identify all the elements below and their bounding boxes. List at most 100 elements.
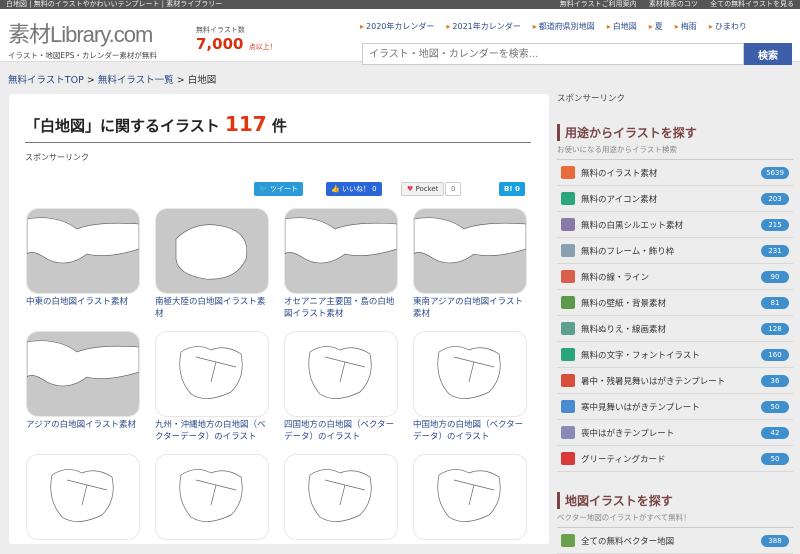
pocket-icon: ♥ (407, 185, 416, 193)
breadcrumb-top[interactable]: 無料イラストTOP (8, 75, 84, 86)
section-subtitle: お使いになる用途からイラスト検索 (557, 144, 793, 160)
section-title: 地図イラストを探す (557, 492, 793, 509)
map-thumbnail[interactable] (413, 208, 527, 294)
sidebar-category-item[interactable]: 無料のアイコン素材 203 (557, 186, 793, 212)
breadcrumb-sep: > (86, 75, 95, 86)
category-count-badge: 5639 (761, 166, 789, 179)
map-thumbnail[interactable] (155, 331, 269, 417)
top-link-all[interactable]: 全ての無料イラストを見る (710, 0, 794, 8)
illustration-card[interactable]: 四国地方の白地図（ベクターデータ）のイラスト (284, 331, 398, 443)
category-count-badge: 128 (761, 322, 789, 335)
top-link-guide[interactable]: 無料イラストご利用案内 (560, 0, 637, 8)
quick-link[interactable]: 都道府県別地図 (533, 21, 595, 32)
category-label: 無料の白黒シルエット素材 (581, 220, 684, 231)
top-link-tips[interactable]: 素材検索のコツ (649, 0, 698, 8)
illustration-card[interactable]: 九州・沖縄地方の白地図（ベクターデータ）のイラスト (155, 331, 269, 443)
sidebar-category-item[interactable]: 無料の白黒シルエット素材 215 (557, 212, 793, 238)
title-prefix: 「白地図」に関するイラスト (25, 117, 220, 135)
category-label: 寒中見舞いはがきテンプレート (581, 402, 700, 413)
sidebar-category-item[interactable]: 無料ぬりえ・線画素材 128 (557, 316, 793, 342)
illustration-card[interactable]: 南極大陸の白地図イラスト素材 (155, 208, 269, 320)
sidebar-category-item[interactable]: 寒中見舞いはがきテンプレート 50 (557, 394, 793, 420)
illustration-card[interactable] (413, 454, 527, 542)
sidebar-category-item[interactable]: 無料の壁紙・背景素材 81 (557, 290, 793, 316)
illustration-card[interactable]: アジアの白地図イラスト素材 (26, 331, 140, 431)
sidebar-category-item[interactable]: 無料の線・ライン 90 (557, 264, 793, 290)
category-count-badge: 160 (761, 348, 789, 361)
section-title: 用途からイラストを探す (557, 124, 793, 141)
category-count-badge: 81 (761, 296, 789, 309)
category-count-badge: 90 (761, 270, 789, 283)
map-thumbnail[interactable] (155, 454, 269, 540)
map-thumbnail[interactable] (284, 454, 398, 540)
illustration-caption[interactable]: 四国地方の白地図（ベクターデータ）のイラスト (284, 419, 398, 443)
illustration-card[interactable] (284, 454, 398, 542)
tweet-label: ツイート (269, 185, 298, 193)
quick-link[interactable]: 白地図 (607, 21, 637, 32)
twitter-icon: 🐦 (259, 185, 270, 193)
section-subtitle: ベクター地図のイラストがすべて無料！ (557, 512, 793, 528)
count-number: 7,000 (196, 35, 244, 53)
illustration-caption[interactable]: オセアニア主要国・島の白地図イラスト素材 (284, 296, 398, 320)
quick-link[interactable]: ひまわり (709, 21, 747, 32)
logo-title: 素材Library.com (8, 22, 153, 47)
quick-link[interactable]: 2021年カレンダー (446, 21, 520, 32)
main-content: 「白地図」に関するイラスト 117 件 スポンサーリンク 🐦 ツイート 👍 いい… (9, 94, 549, 544)
sidebar-category-item[interactable]: 全ての無料ベクター地図 388 (557, 528, 793, 554)
quick-link[interactable]: 夏 (649, 21, 663, 32)
illustration-caption[interactable]: 東南アジアの白地図イラスト素材 (413, 296, 527, 320)
pocket-button[interactable]: ♥ Pocket (401, 182, 445, 196)
thumbs-up-icon: 👍 (331, 185, 342, 193)
sidebar-category-item[interactable]: 喪中はがきテンプレート 42 (557, 420, 793, 446)
tweet-button[interactable]: 🐦 ツイート (254, 182, 303, 196)
site-tagline: 白地図 | 無料のイラストやかわいいテンプレート | 素材ライブラリー (6, 0, 223, 8)
map-thumbnail[interactable] (413, 331, 527, 417)
hatena-button[interactable]: B! 0 (499, 182, 525, 196)
map-thumbnail[interactable] (155, 208, 269, 294)
illustration-card[interactable] (155, 454, 269, 542)
map-thumbnail[interactable] (284, 331, 398, 417)
illustration-caption[interactable]: 南極大陸の白地図イラスト素材 (155, 296, 269, 320)
pocket-label: Pocket (415, 185, 439, 193)
sidebar: スポンサーリンク 用途からイラストを探す お使いになる用途からイラスト検索 無料… (557, 92, 793, 554)
quick-link[interactable]: 2020年カレンダー (360, 21, 434, 32)
sidebar-category-item[interactable]: 無料のフレーム・飾り枠 231 (557, 238, 793, 264)
breadcrumb-sep: > (176, 75, 185, 86)
category-label: 無料の文字・フォントイラスト (581, 350, 700, 361)
illustration-caption[interactable]: 中国地方の白地図（ベクターデータ）のイラスト (413, 419, 527, 443)
category-icon (561, 452, 575, 465)
map-thumbnail[interactable] (26, 208, 140, 294)
site-logo[interactable]: 素材Library.com イラスト・地図EPS・カレンダー素材が無料 (8, 17, 157, 61)
illustration-card[interactable]: 中国地方の白地図（ベクターデータ）のイラスト (413, 331, 527, 443)
category-icon (561, 296, 575, 309)
quick-link[interactable]: 梅雨 (675, 21, 697, 32)
sidebar-category-item[interactable]: 暑中・残暑見舞いはがきテンプレート 36 (557, 368, 793, 394)
category-icon (561, 218, 575, 231)
header: 素材Library.com イラスト・地図EPS・カレンダー素材が無料 無料イラ… (0, 9, 800, 65)
category-count-badge: 203 (761, 192, 789, 205)
sidebar-category-item[interactable]: グリーティングカード 50 (557, 446, 793, 472)
search-bar: 検索 (362, 43, 792, 65)
category-icon (561, 534, 575, 547)
category-label: 無料の壁紙・背景素材 (581, 298, 667, 309)
illustration-caption[interactable]: 中東の白地図イラスト素材 (26, 296, 140, 308)
breadcrumb-list[interactable]: 無料イラスト一覧 (98, 75, 174, 86)
category-label: 暑中・残暑見舞いはがきテンプレート (581, 376, 726, 387)
search-input[interactable] (362, 43, 744, 65)
like-button[interactable]: 👍 いいね！ 0 (326, 182, 382, 196)
illustration-caption[interactable]: アジアの白地図イラスト素材 (26, 419, 140, 431)
category-icon (561, 244, 575, 257)
search-button[interactable]: 検索 (744, 43, 792, 65)
illustration-caption[interactable]: 九州・沖縄地方の白地図（ベクターデータ）のイラスト (155, 419, 269, 443)
map-thumbnail[interactable] (26, 331, 140, 417)
illustration-card[interactable]: 東南アジアの白地図イラスト素材 (413, 208, 527, 320)
sidebar-category-item[interactable]: 無料の文字・フォントイラスト 160 (557, 342, 793, 368)
map-thumbnail[interactable] (284, 208, 398, 294)
illustration-card[interactable]: オセアニア主要国・島の白地図イラスト素材 (284, 208, 398, 320)
illustration-card[interactable] (26, 454, 140, 542)
illustration-card[interactable]: 中東の白地図イラスト素材 (26, 208, 140, 308)
title-suffix: 件 (271, 117, 287, 135)
map-thumbnail[interactable] (413, 454, 527, 540)
sidebar-category-item[interactable]: 無料のイラスト素材 5639 (557, 160, 793, 186)
map-thumbnail[interactable] (26, 454, 140, 540)
